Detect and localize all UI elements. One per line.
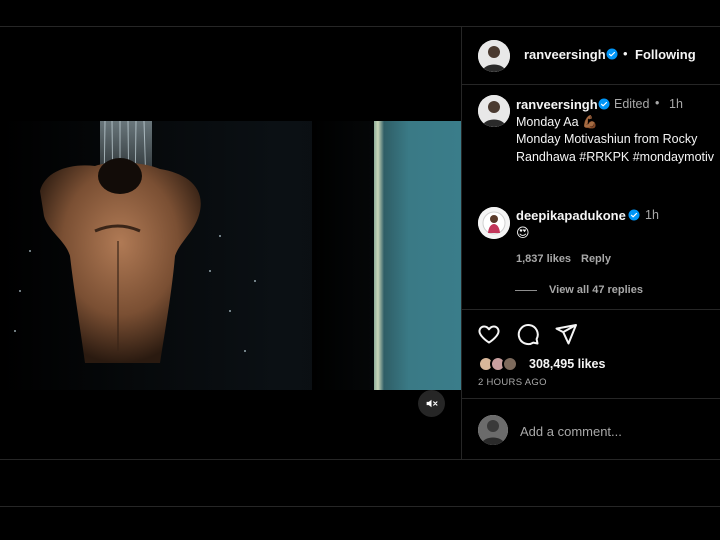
mute-icon (426, 399, 438, 408)
caption-username[interactable]: ranveersingh (516, 97, 598, 112)
commenter-avatar[interactable] (478, 207, 510, 239)
mute-button[interactable] (418, 390, 445, 417)
edited-label: Edited (614, 97, 650, 111)
caption-line-2: Monday Motivashiun from Rocky (516, 132, 698, 146)
caption-line-1: Monday Aa 💪🏾 (516, 115, 598, 129)
viewer-avatar-image (478, 415, 508, 445)
verified-icon (606, 48, 618, 60)
teal-panel (374, 121, 461, 390)
likes-count[interactable]: 308,495 likes (529, 357, 605, 371)
author-avatar[interactable] (478, 40, 510, 72)
heart-icon[interactable] (477, 322, 501, 346)
bottom-divider (0, 459, 720, 460)
separator-dot: • (623, 46, 628, 61)
post-header: ranveersingh • Following (462, 27, 720, 85)
caption-avatar-image (478, 95, 510, 127)
video-player[interactable] (0, 121, 461, 390)
caption-time[interactable]: 1h (669, 97, 683, 111)
view-replies-button[interactable]: View all 47 replies (549, 284, 643, 296)
commenter-username[interactable]: deepikapadukone (516, 208, 626, 223)
post-sidebar: ranveersingh • Following ranveersingh Ed… (461, 27, 720, 459)
comment-text: 😍 (516, 225, 530, 240)
comment-time[interactable]: 1h (645, 208, 659, 222)
comment-likes[interactable]: 1,837 likes (516, 253, 571, 265)
share-icon[interactable] (554, 322, 578, 346)
view-replies-line (515, 290, 537, 291)
author-username[interactable]: ranveersingh (524, 47, 606, 62)
separator-dot: • (655, 96, 660, 110)
verified-icon (598, 98, 610, 110)
caption-avatar[interactable] (478, 95, 510, 127)
reply-button[interactable]: Reply (581, 253, 611, 265)
following-button[interactable]: Following (635, 47, 696, 62)
posted-time[interactable]: 2 HOURS AGO (478, 377, 547, 388)
liker-avatar[interactable] (502, 356, 518, 372)
actions-divider (462, 309, 720, 310)
caption-line-3[interactable]: Randhawa #RRKPK #mondaymotiv (516, 150, 714, 164)
author-avatar-image (478, 40, 510, 72)
bottom-divider-2 (0, 506, 720, 507)
commenter-avatar-image (478, 207, 510, 239)
shadow-wall (312, 121, 374, 390)
comment-icon[interactable] (516, 322, 540, 346)
verified-icon (628, 209, 640, 221)
add-comment-divider (462, 398, 720, 399)
add-comment-input[interactable] (520, 421, 710, 441)
viewer-avatar (478, 415, 508, 445)
post-media[interactable] (0, 27, 461, 459)
